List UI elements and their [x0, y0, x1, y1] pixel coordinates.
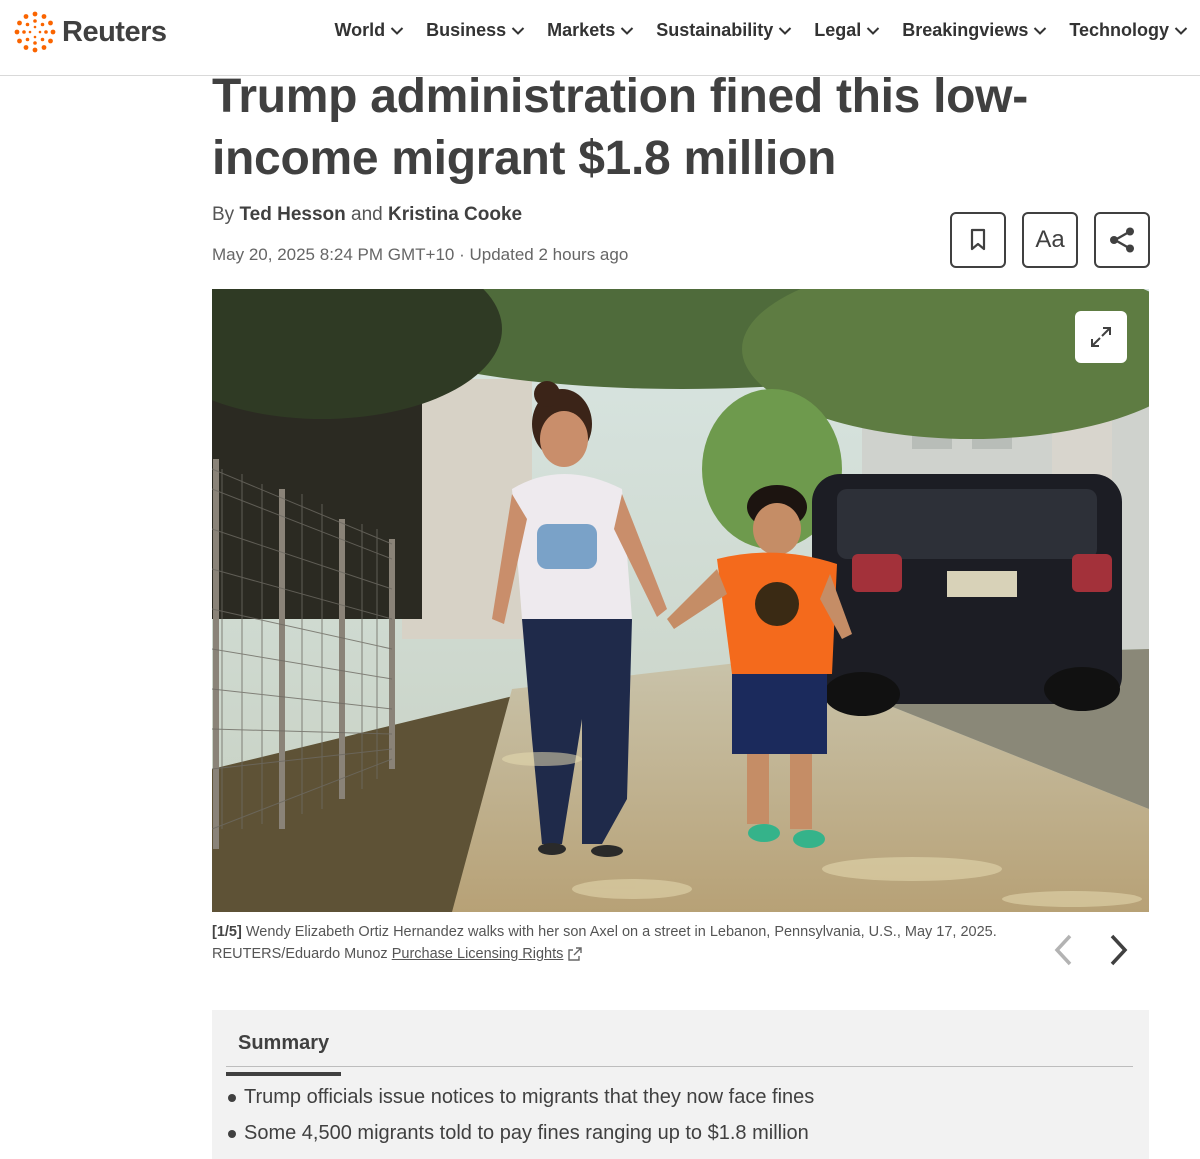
author-link[interactable]: Kristina Cooke — [388, 204, 522, 225]
nav-item-breakingviews[interactable]: Breakingviews — [902, 20, 1047, 41]
external-link-icon — [568, 947, 583, 961]
photo-credit: REUTERS/Eduardo Munoz — [212, 946, 388, 962]
nav-label: Legal — [814, 20, 862, 40]
summary-list: Trump officials issue notices to migrant… — [228, 1086, 814, 1158]
font-size-label: Aa — [1035, 226, 1065, 253]
nav-item-legal[interactable]: Legal — [814, 20, 880, 41]
photo-counter: [1/5] — [212, 924, 242, 940]
font-size-button[interactable]: Aa — [1022, 212, 1078, 268]
nav-label: Technology — [1069, 20, 1169, 40]
summary-divider — [226, 1066, 1133, 1067]
dateline: May 20, 2025 8:24 PM GMT+10 · Updated 2 … — [212, 245, 628, 265]
reuters-logo[interactable]: Reuters — [14, 11, 167, 53]
site-header: Reuters World Business Markets Sustainab… — [0, 0, 1200, 76]
previous-photo-button[interactable] — [1048, 930, 1078, 970]
bullet-dot-icon — [228, 1129, 236, 1138]
chevron-down-icon — [867, 26, 880, 35]
author-link[interactable]: Ted Hesson — [239, 204, 345, 225]
summary-bullet: Trump officials issue notices to migrant… — [228, 1086, 814, 1109]
next-photo-button[interactable] — [1104, 930, 1134, 970]
main-nav: World Business Markets Sustainability Le… — [312, 20, 1188, 41]
summary-bullet-text: Trump officials issue notices to migrant… — [244, 1086, 815, 1108]
reuters-logo-icon — [14, 11, 56, 53]
nav-label: Markets — [547, 20, 616, 40]
share-icon — [1110, 227, 1134, 253]
nav-label: Breakingviews — [902, 20, 1029, 40]
chevron-down-icon — [621, 26, 634, 35]
nav-item-technology[interactable]: Technology — [1069, 20, 1188, 41]
byline-and: and — [351, 204, 383, 225]
caption-text: Wendy Elizabeth Ortiz Hernandez walks wi… — [245, 924, 997, 940]
bookmark-icon — [970, 228, 986, 251]
nav-label: Business — [426, 20, 507, 40]
nav-item-markets[interactable]: Markets — [547, 20, 634, 41]
nav-label: World — [334, 20, 386, 40]
byline-prefix: By — [212, 204, 235, 225]
brand-name: Reuters — [62, 15, 167, 48]
article-headline: Trump administration fined this low-inco… — [212, 70, 1028, 185]
chevron-right-icon — [1110, 934, 1128, 966]
summary-tab: Summary — [226, 1028, 342, 1076]
nav-item-business[interactable]: Business — [426, 20, 525, 41]
nav-item-world[interactable]: World — [334, 20, 404, 41]
summary-bullet: Some 4,500 migrants told to pay fines ra… — [228, 1122, 814, 1145]
chevron-down-icon — [511, 26, 525, 35]
share-button[interactable] — [1094, 212, 1150, 268]
photo-caption: [1/5] Wendy Elizabeth Ortiz Hernandez wa… — [212, 921, 1032, 965]
nav-label: Sustainability — [656, 20, 774, 40]
nav-item-sustainability[interactable]: Sustainability — [656, 20, 792, 41]
expand-icon — [1091, 327, 1111, 347]
chevron-left-icon — [1054, 934, 1072, 966]
licensing-link[interactable]: Purchase Licensing Rights — [392, 946, 564, 962]
bullet-dot-icon — [228, 1093, 236, 1102]
chevron-down-icon — [390, 26, 404, 35]
article-tools: Aa — [950, 212, 1150, 268]
chevron-down-icon — [1174, 26, 1188, 35]
byline: By Ted Hesson and Kristina Cooke — [212, 204, 522, 226]
summary-box: Summary Trump officials issue notices to… — [212, 1010, 1149, 1159]
photo-scene — [212, 289, 1149, 912]
chevron-down-icon — [1034, 26, 1047, 35]
lead-photo[interactable] — [212, 289, 1149, 912]
chevron-down-icon — [779, 26, 792, 35]
expand-photo-button[interactable] — [1075, 311, 1127, 363]
bookmark-button[interactable] — [950, 212, 1006, 268]
summary-bullet-text: Some 4,500 migrants told to pay fines ra… — [244, 1122, 809, 1144]
updated-time: · Updated 2 hours ago — [459, 245, 629, 264]
publish-date: May 20, 2025 8:24 PM GMT+10 — [212, 245, 455, 264]
